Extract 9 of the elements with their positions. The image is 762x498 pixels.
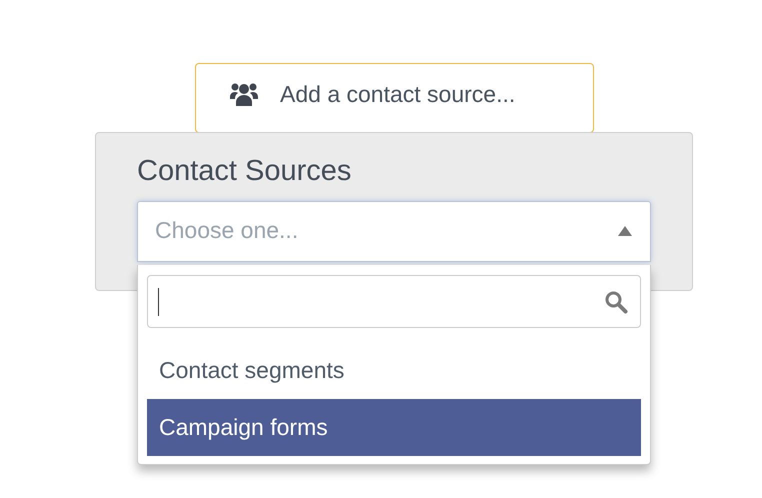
search-icon [604, 290, 628, 314]
search-field[interactable] [147, 275, 641, 328]
caret-up-icon [618, 226, 632, 236]
dropdown-option[interactable]: Campaign forms [147, 399, 641, 456]
text-cursor [158, 288, 159, 316]
add-contact-source-button[interactable]: Add a contact source... [195, 63, 594, 133]
select-placeholder: Choose one... [155, 217, 298, 244]
users-icon [230, 82, 258, 106]
panel-title: Contact Sources [137, 155, 352, 188]
